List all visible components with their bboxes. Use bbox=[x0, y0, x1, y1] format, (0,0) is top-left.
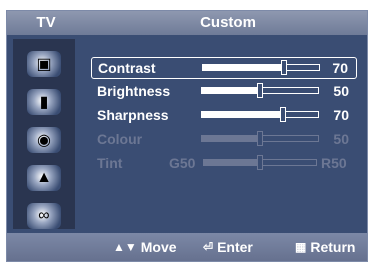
setting-label: Contrast bbox=[98, 60, 156, 76]
move-label: Move bbox=[140, 239, 177, 255]
slider-thumb bbox=[257, 131, 263, 146]
return-hint: ▦ Return bbox=[295, 239, 355, 255]
move-hint: ▲︎▼︎ Move bbox=[113, 239, 177, 255]
tint-slider bbox=[203, 155, 317, 170]
slider-thumb[interactable] bbox=[257, 83, 263, 98]
slider-thumb[interactable] bbox=[280, 107, 287, 122]
category-sidebar: ▣ ▮ ◉ ▲ ∞ bbox=[13, 39, 75, 229]
brightness-slider[interactable] bbox=[201, 83, 319, 98]
setting-value: 50 bbox=[333, 83, 349, 99]
slider-fill bbox=[203, 65, 285, 70]
menu-header: TV Custom bbox=[7, 11, 367, 35]
setting-tint: Tint G50 R50 bbox=[91, 153, 357, 175]
key-hint-bar: ▲︎▼︎ Move ⏎ Enter ▦ Return bbox=[7, 233, 367, 261]
slider-thumb bbox=[257, 155, 263, 170]
input-icon[interactable]: ∞ bbox=[27, 203, 61, 229]
setting-label: Brightness bbox=[97, 83, 171, 99]
slider-fill bbox=[202, 88, 260, 93]
return-icon: ▦ bbox=[295, 240, 307, 254]
enter-label: Enter bbox=[217, 239, 253, 255]
slider-thumb[interactable] bbox=[281, 60, 288, 75]
setting-value: 50 bbox=[333, 131, 349, 147]
menu-title: Custom bbox=[200, 14, 256, 31]
source-label: TV bbox=[36, 14, 56, 31]
tint-green-value: G50 bbox=[169, 155, 196, 171]
setting-label: Colour bbox=[97, 131, 143, 147]
setting-colour: Colour 50 bbox=[91, 129, 357, 151]
sharpness-slider[interactable] bbox=[201, 107, 319, 122]
slider-fill bbox=[202, 136, 260, 141]
sound-icon[interactable]: ▮ bbox=[27, 89, 61, 115]
contrast-slider[interactable] bbox=[202, 60, 320, 75]
setting-contrast[interactable]: Contrast 70 bbox=[91, 57, 357, 79]
setting-brightness[interactable]: Brightness 50 bbox=[91, 81, 357, 103]
enter-key-icon: ⏎ bbox=[203, 240, 214, 254]
slider-fill bbox=[204, 160, 260, 165]
enter-hint: ⏎ Enter bbox=[203, 239, 253, 255]
setting-value: 70 bbox=[333, 107, 349, 123]
up-down-arrow-icon: ▲︎▼︎ bbox=[113, 240, 137, 254]
slider-fill bbox=[202, 112, 284, 117]
channel-icon[interactable]: ◉ bbox=[27, 127, 61, 153]
setup-icon[interactable]: ▲ bbox=[27, 165, 61, 191]
setting-label: Sharpness bbox=[97, 107, 169, 123]
tint-red-value: R50 bbox=[321, 155, 347, 171]
return-label: Return bbox=[310, 239, 356, 255]
colour-slider bbox=[201, 131, 319, 146]
setting-sharpness[interactable]: Sharpness 70 bbox=[91, 105, 357, 127]
picture-icon[interactable]: ▣ bbox=[27, 51, 61, 77]
setting-label: Tint bbox=[97, 155, 123, 171]
tv-osd-menu: TV Custom ▣ ▮ ◉ ▲ ∞ Contrast 70 Brightne… bbox=[6, 10, 368, 262]
setting-value: 70 bbox=[332, 60, 348, 76]
